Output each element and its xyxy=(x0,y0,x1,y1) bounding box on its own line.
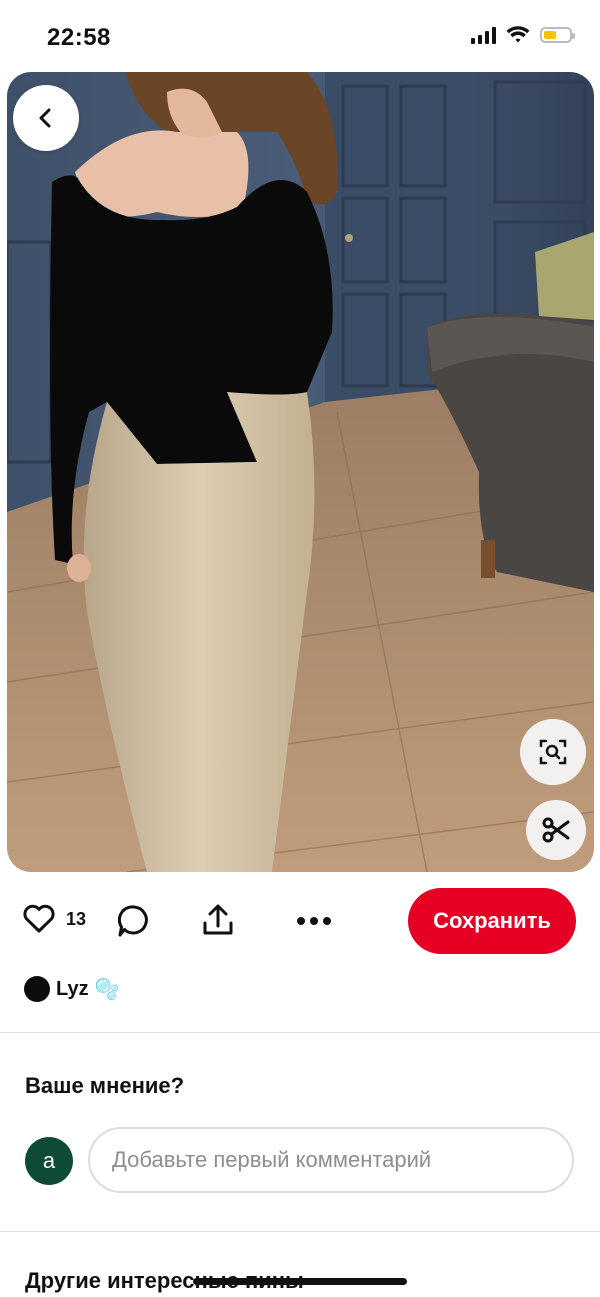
battery-level xyxy=(544,31,556,39)
pin-image[interactable] xyxy=(7,72,594,872)
comment-input[interactable] xyxy=(88,1127,574,1193)
pin-author[interactable]: Lyz 🫧 xyxy=(24,976,120,1002)
section-divider xyxy=(0,1231,600,1232)
more-options-button[interactable] xyxy=(296,914,332,932)
author-name[interactable]: Lyz xyxy=(56,978,89,1001)
author-badge: 🫧 xyxy=(94,978,120,1001)
status-bar: 22:58 xyxy=(0,0,600,72)
like-count: 13 xyxy=(66,908,87,929)
upload-icon xyxy=(203,904,233,935)
heart-icon xyxy=(23,904,55,933)
pin-actions: 13 Сохранить xyxy=(0,886,600,958)
cellular-signal-icon xyxy=(471,26,496,44)
status-time: 22:58 xyxy=(47,24,111,51)
ellipsis-icon xyxy=(297,917,331,925)
back-button[interactable] xyxy=(13,85,79,151)
section-divider xyxy=(0,1032,600,1033)
lens-icon xyxy=(539,739,567,765)
cutout-button[interactable] xyxy=(526,800,586,860)
author-avatar[interactable] xyxy=(24,976,50,1002)
status-icons xyxy=(471,26,575,44)
wifi-icon xyxy=(506,26,530,43)
user-avatar[interactable]: a xyxy=(25,1137,73,1185)
scissors-icon xyxy=(542,817,570,843)
comment-button[interactable] xyxy=(116,903,152,944)
home-indicator xyxy=(193,1278,407,1285)
comments-heading: Ваше мнение? xyxy=(25,1073,185,1098)
share-button[interactable] xyxy=(200,902,236,943)
battery-icon xyxy=(540,27,575,43)
like-button[interactable]: 13 xyxy=(22,904,86,934)
save-button[interactable]: Сохранить xyxy=(408,888,576,954)
speech-bubble-icon xyxy=(117,905,148,937)
chevron-left-icon xyxy=(39,108,51,128)
visual-search-button[interactable] xyxy=(520,719,586,785)
